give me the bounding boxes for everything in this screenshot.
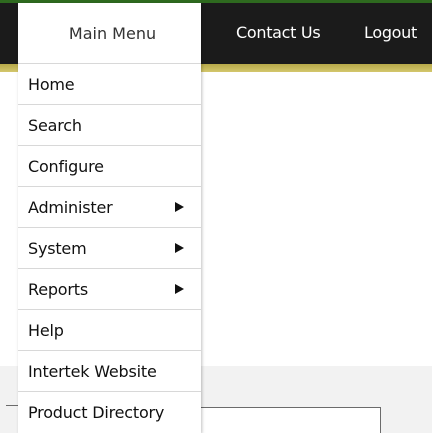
menu-item-label: Help	[28, 321, 64, 340]
menu-item-home[interactable]: Home	[18, 64, 201, 105]
menu-item-label: Configure	[28, 157, 104, 176]
menu-item-reports[interactable]: Reports	[18, 269, 201, 310]
main-menu-list: Home Search Configure Administer System …	[18, 64, 201, 433]
menu-item-help[interactable]: Help	[18, 310, 201, 351]
menu-item-system[interactable]: System	[18, 228, 201, 269]
menu-item-search[interactable]: Search	[18, 105, 201, 146]
contact-us-link[interactable]: Contact Us	[236, 20, 321, 46]
menu-item-label: Reports	[28, 280, 88, 299]
menu-item-product-directory[interactable]: Product Directory	[18, 392, 201, 433]
menu-item-configure[interactable]: Configure	[18, 146, 201, 187]
menu-item-label: Product Directory	[28, 403, 165, 422]
menu-item-label: System	[28, 239, 87, 258]
menu-item-label: Administer	[28, 198, 113, 217]
triangle-right-icon	[175, 243, 184, 253]
triangle-right-icon	[175, 284, 184, 294]
menu-item-administer[interactable]: Administer	[18, 187, 201, 228]
menu-item-label: Search	[28, 116, 82, 135]
menu-item-label: Home	[28, 75, 75, 94]
logout-link[interactable]: Logout	[364, 20, 417, 46]
menu-item-label: Intertek Website	[28, 362, 157, 381]
content-input-box[interactable]	[198, 407, 381, 433]
page: Contact Us Logout Main Menu Home Search …	[0, 0, 432, 433]
menu-item-intertek-website[interactable]: Intertek Website	[18, 351, 201, 392]
main-menu-button[interactable]: Main Menu	[18, 3, 201, 64]
triangle-right-icon	[175, 202, 184, 212]
main-menu-dropdown: Main Menu Home Search Configure Administ…	[18, 3, 201, 433]
